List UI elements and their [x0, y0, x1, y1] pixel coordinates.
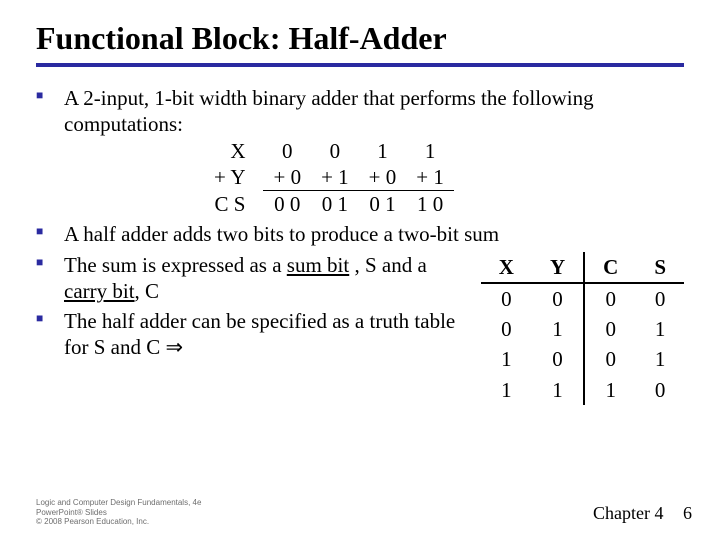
comp-r3c2: 0 1 — [311, 191, 359, 218]
tt-r1-x: 0 — [481, 314, 532, 344]
tt-r3-s: 0 — [636, 375, 684, 405]
row-with-truth-table: The sum is expressed as a sum bit , S an… — [36, 252, 684, 405]
tt-r0-c: 0 — [584, 283, 636, 314]
comp-row1-label: X — [204, 138, 263, 164]
comp-r3c4: 1 0 — [406, 191, 454, 218]
footer-page-number: 6 — [668, 503, 692, 524]
bullet-1-text: A 2-input, 1-bit width binary adder that… — [64, 86, 594, 136]
bullet-3-part1: The sum is expressed as a — [64, 253, 287, 277]
bullet-list-bottom: The sum is expressed as a sum bit , S an… — [36, 252, 469, 361]
comp-row2-label: + Y — [204, 164, 263, 191]
bullet-3-underline2: carry bit — [64, 279, 135, 303]
bullet-list-top: A 2-input, 1-bit width binary adder that… — [36, 85, 684, 248]
slide-title: Functional Block: Half-Adder — [36, 20, 684, 57]
footer-chapter: Chapter 4 — [593, 503, 663, 523]
comp-r2c2: + 1 — [311, 164, 359, 191]
comp-r3c1: 0 0 — [263, 191, 311, 218]
bullet-4: The half adder can be specified as a tru… — [36, 308, 469, 361]
truth-table: X Y C S 0 0 0 0 — [481, 252, 684, 405]
comp-r1c2: 0 — [311, 138, 359, 164]
comp-r1c1: 0 — [263, 138, 311, 164]
footer-line1: Logic and Computer Design Fundamentals, … — [36, 498, 201, 507]
title-divider — [36, 63, 684, 67]
tt-r2-y: 0 — [532, 344, 584, 374]
tt-r1-c: 0 — [584, 314, 636, 344]
tt-r0-y: 0 — [532, 283, 584, 314]
tt-r0-x: 0 — [481, 283, 532, 314]
tt-head-x: X — [481, 252, 532, 283]
tt-r2-c: 0 — [584, 344, 636, 374]
comp-r1c3: 1 — [359, 138, 407, 164]
comp-row3-label: C S — [204, 191, 263, 218]
bullet-1: A 2-input, 1-bit width binary adder that… — [36, 85, 684, 217]
tt-row-3: 1 1 1 0 — [481, 375, 684, 405]
footer-credits: Logic and Computer Design Fundamentals, … — [36, 498, 201, 526]
comp-r2c3: + 0 — [359, 164, 407, 191]
footer-line3: © 2008 Pearson Education, Inc. — [36, 517, 201, 526]
tt-r1-s: 1 — [636, 314, 684, 344]
truth-table-wrap: X Y C S 0 0 0 0 — [469, 252, 684, 405]
bullet-2: A half adder adds two bits to produce a … — [36, 221, 684, 247]
tt-head-c: C — [584, 252, 636, 283]
comp-r2c4: + 1 — [406, 164, 454, 191]
tt-head-y: Y — [532, 252, 584, 283]
computation-table: X 0 0 1 1 + Y + 0 + 1 + 0 + 1 C S — [204, 138, 454, 218]
comp-r1c4: 1 — [406, 138, 454, 164]
footer-page: Chapter 4 6 — [593, 503, 692, 524]
tt-r2-x: 1 — [481, 344, 532, 374]
tt-head-s: S — [636, 252, 684, 283]
tt-r2-s: 1 — [636, 344, 684, 374]
content-area: A 2-input, 1-bit width binary adder that… — [36, 85, 684, 405]
left-bullets: The sum is expressed as a sum bit , S an… — [36, 252, 469, 365]
footer-line2: PowerPoint® Slides — [36, 508, 201, 517]
bullet-3-part2: , S and a — [349, 253, 427, 277]
bullet-3-underline1: sum bit — [287, 253, 349, 277]
slide: Functional Block: Half-Adder A 2-input, … — [0, 0, 720, 540]
tt-r3-x: 1 — [481, 375, 532, 405]
tt-r3-y: 1 — [532, 375, 584, 405]
bullet-3-part3: , C — [135, 279, 160, 303]
comp-r3c3: 0 1 — [359, 191, 407, 218]
tt-r0-s: 0 — [636, 283, 684, 314]
tt-r1-y: 1 — [532, 314, 584, 344]
comp-r2c1: + 0 — [263, 164, 311, 191]
bullet-3: The sum is expressed as a sum bit , S an… — [36, 252, 469, 305]
tt-row-2: 1 0 0 1 — [481, 344, 684, 374]
tt-r3-c: 1 — [584, 375, 636, 405]
tt-row-0: 0 0 0 0 — [481, 283, 684, 314]
tt-row-1: 0 1 0 1 — [481, 314, 684, 344]
